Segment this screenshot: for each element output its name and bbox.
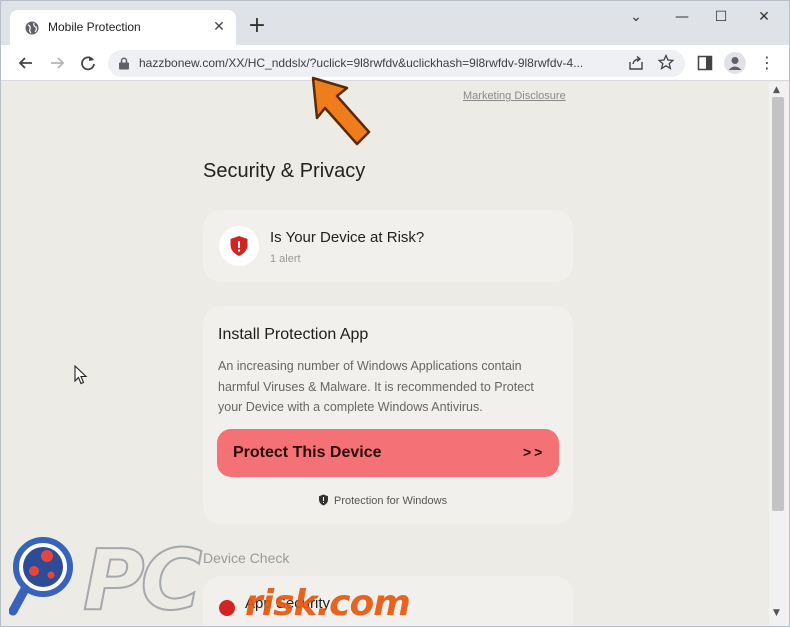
tab-search-chevron-icon[interactable]: ⌄: [621, 9, 651, 31]
url-text[interactable]: hazzbonew.com/XX/HC_nddslx/?uclick=9l8rw…: [139, 56, 629, 70]
annotation-arrow-icon: [311, 76, 371, 146]
share-icon[interactable]: [628, 55, 644, 71]
page-title: Security & Privacy: [203, 160, 366, 182]
install-card-body: An increasing number of Windows Applicat…: [218, 359, 534, 414]
side-panel-icon[interactable]: [697, 55, 713, 71]
risk-alert-count: 1 alert: [270, 253, 301, 265]
new-tab-icon[interactable]: +: [245, 15, 269, 39]
protect-device-label: Protect This Device: [233, 444, 382, 461]
risk-card[interactable]: Is Your Device at Risk? 1 alert: [203, 210, 573, 282]
close-tab-icon[interactable]: ✕: [210, 18, 228, 36]
protection-note-text: Protection for Windows: [334, 495, 448, 507]
mouse-cursor-icon: [74, 365, 88, 385]
scroll-thumb[interactable]: [772, 97, 784, 511]
address-bar[interactable]: hazzbonew.com/XX/HC_nddslx/?uclick=9l8rw…: [108, 50, 685, 77]
browser-toolbar: hazzbonew.com/XX/HC_nddslx/?uclick=9l8rw…: [1, 45, 789, 81]
install-protection-card: Install Protection App An increasing num…: [203, 306, 573, 524]
protection-note: Protection for Windows: [318, 494, 447, 507]
globe-icon: [25, 21, 39, 35]
pcrisk-watermark: PC risk.com: [9, 530, 449, 627]
kebab-menu-icon[interactable]: ⋮: [759, 52, 775, 74]
double-chevron-icon: >>: [523, 444, 546, 460]
install-card-title: Install Protection App: [218, 326, 369, 343]
page-scrollbar[interactable]: ▲ ▼: [769, 82, 789, 626]
reload-icon[interactable]: [77, 52, 99, 74]
back-arrow-icon[interactable]: [15, 52, 37, 74]
protect-device-button[interactable]: Protect This Device >>: [217, 429, 559, 477]
profile-avatar[interactable]: [724, 52, 746, 74]
tab-title: Mobile Protection: [48, 20, 141, 34]
maximize-icon[interactable]: ☐: [706, 9, 736, 31]
bookmark-star-icon[interactable]: [658, 54, 674, 70]
browser-window: Mobile Protection ✕ + ⌄ — ☐ ✕ hazzbonew.…: [0, 0, 790, 627]
shield-alert-icon: [230, 236, 248, 256]
risk-shield-badge: [219, 226, 259, 266]
lock-icon: [119, 57, 129, 70]
small-shield-icon: [319, 494, 328, 506]
person-icon: [728, 57, 742, 70]
scroll-up-icon[interactable]: ▲: [773, 85, 780, 95]
risk-title: Is Your Device at Risk?: [270, 229, 425, 246]
watermark-pc-text: PC: [82, 530, 203, 627]
scroll-down-icon[interactable]: ▼: [773, 608, 780, 618]
title-bar: Mobile Protection ✕ + ⌄ — ☐ ✕: [1, 1, 789, 45]
magnifier-logo-icon: [9, 537, 73, 616]
watermark-domain-text: risk.com: [245, 583, 411, 624]
window-close-icon[interactable]: ✕: [749, 9, 779, 31]
browser-tab[interactable]: Mobile Protection ✕: [10, 10, 236, 45]
marketing-disclosure-link[interactable]: Marketing Disclosure: [463, 90, 566, 102]
minimize-icon[interactable]: —: [667, 9, 697, 31]
forward-arrow-icon[interactable]: [46, 52, 68, 74]
